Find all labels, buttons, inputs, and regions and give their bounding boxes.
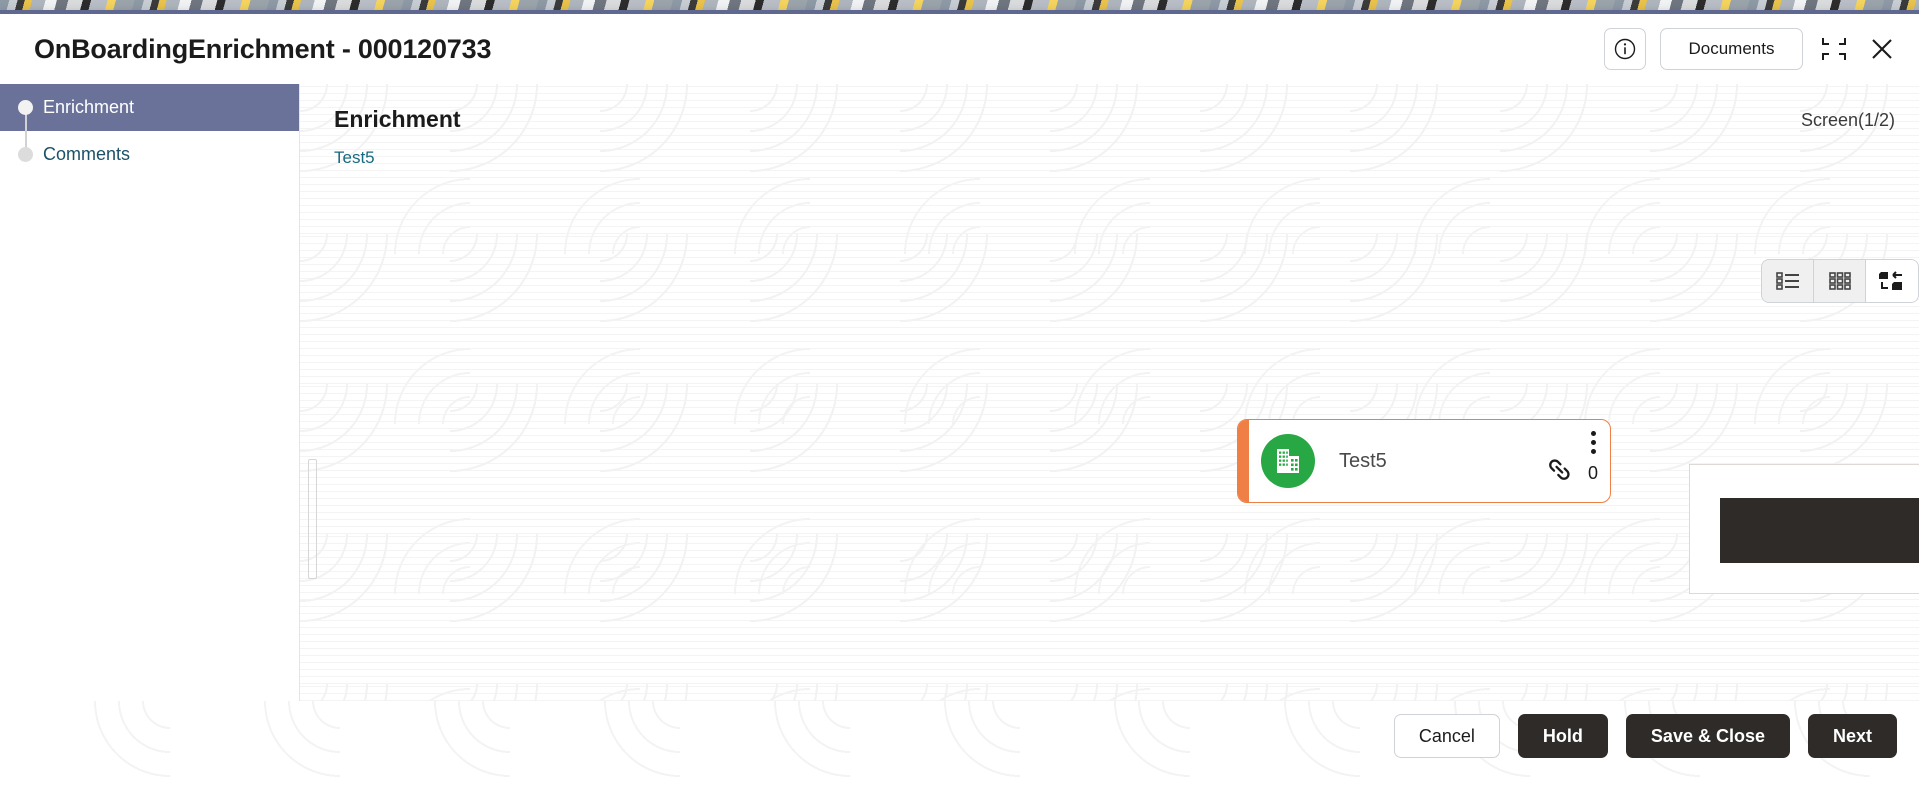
info-button[interactable] [1604, 28, 1646, 70]
kebab-dot [1591, 440, 1596, 445]
step-dot-icon [18, 100, 33, 115]
list-view-icon [1775, 272, 1799, 290]
cancel-button[interactable]: Cancel [1393, 714, 1500, 758]
canvas-drag-handle[interactable] [308, 459, 317, 579]
detail-panel [1689, 464, 1919, 594]
minimize-restore-button[interactable] [1817, 32, 1851, 66]
sidebar-item-comments[interactable]: Comments [0, 131, 299, 178]
footer-action-bar: Cancel Hold Save & Close Next [0, 701, 1919, 785]
building-office-icon [1277, 449, 1299, 473]
close-icon [1872, 39, 1892, 59]
link-chain-icon[interactable] [1546, 457, 1572, 488]
minimize-restore-icon [1822, 38, 1846, 60]
avatar [1261, 434, 1315, 488]
modal-body: Enrichment Comments Enrichment Test5 Scr… [0, 84, 1919, 701]
sidebar-item-label: Enrichment [43, 97, 135, 117]
tree-view-button[interactable] [1866, 260, 1918, 302]
entity-card[interactable]: Test5 0 [1237, 419, 1611, 503]
close-button[interactable] [1865, 32, 1899, 66]
link-chain-glyph [1549, 459, 1570, 480]
link-count: 0 [1587, 463, 1598, 483]
modal-window: OnBoardingEnrichment - 000120733 Documen… [0, 10, 1919, 785]
grid-view-icon [1828, 272, 1851, 290]
card-accent-bar [1238, 420, 1249, 502]
tree-hierarchy-icon [1879, 271, 1902, 290]
kebab-menu-icon[interactable] [1589, 429, 1598, 456]
step-dot-icon [18, 147, 33, 162]
grid-view-button[interactable] [1814, 260, 1866, 302]
detail-panel-bar [1719, 497, 1919, 563]
view-toggle-group [1761, 259, 1919, 303]
title-bar: OnBoardingEnrichment - 000120733 Documen… [0, 14, 1919, 84]
kebab-dot [1591, 449, 1596, 454]
page-title: Enrichment [334, 106, 461, 132]
list-view-button[interactable] [1762, 260, 1814, 302]
card-title: Test5 [1339, 449, 1387, 472]
card-actions: 0 [1528, 420, 1610, 502]
sidebar-item-enrichment[interactable]: Enrichment [0, 84, 299, 131]
sidebar-stepper: Enrichment Comments [0, 84, 300, 701]
content-header: Enrichment Test5 [300, 84, 1919, 168]
window-title: OnBoardingEnrichment - 000120733 [34, 33, 492, 64]
breadcrumb[interactable]: Test5 [334, 148, 375, 168]
kebab-dot [1591, 431, 1596, 436]
title-bar-actions: Documents [1604, 28, 1899, 70]
screen-counter: Screen(1/2) [1800, 110, 1895, 130]
next-button[interactable]: Next [1807, 714, 1897, 758]
hold-button[interactable]: Hold [1517, 714, 1608, 758]
content-area: Enrichment Test5 Screen(1/2) Test5 0 [300, 84, 1919, 701]
info-circle-icon [1614, 38, 1636, 60]
sidebar-item-label: Comments [43, 144, 131, 164]
documents-button[interactable]: Documents [1660, 28, 1803, 70]
save-and-close-button[interactable]: Save & Close [1625, 714, 1790, 758]
